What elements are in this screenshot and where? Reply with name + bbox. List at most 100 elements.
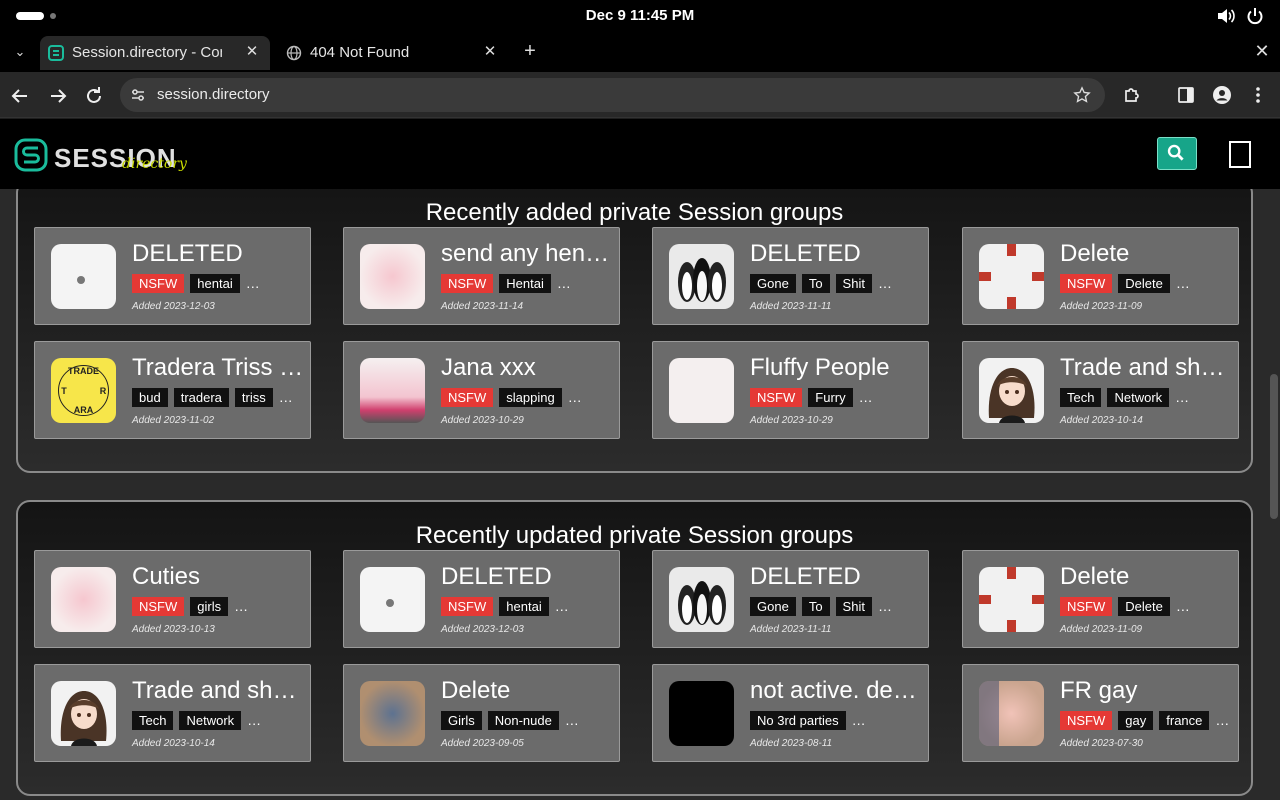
tag[interactable]: Gone: [750, 597, 796, 616]
group-card[interactable]: DELETED NSFW hentai … Added 2023-12-03: [34, 227, 311, 325]
tag[interactable]: To: [801, 274, 830, 293]
tag[interactable]: Gone: [750, 274, 796, 293]
tag[interactable]: Furry: [808, 388, 853, 407]
reload-icon[interactable]: [82, 84, 106, 108]
new-tab-button[interactable]: +: [520, 41, 540, 61]
scrollbar-thumb[interactable]: [1270, 374, 1278, 519]
nsfw-tag[interactable]: NSFW: [441, 388, 494, 407]
volume-icon[interactable]: [1216, 6, 1236, 26]
forward-arrow-icon[interactable]: [46, 84, 70, 108]
tag[interactable]: Delete: [1118, 274, 1170, 293]
session-logo-icon[interactable]: [14, 138, 48, 172]
group-thumbnail[interactable]: [51, 681, 116, 746]
tag[interactable]: triss: [234, 388, 273, 407]
tag[interactable]: gay: [1118, 711, 1154, 730]
tag[interactable]: bud: [132, 388, 168, 407]
group-title[interactable]: FR gay: [1060, 677, 1232, 705]
tag[interactable]: No 3rd parties: [750, 711, 846, 730]
group-title[interactable]: Delete: [441, 677, 613, 705]
group-card[interactable]: Trade and sh… Tech Network … Added 2023-10-1…: [34, 664, 311, 762]
nsfw-tag[interactable]: NSFW: [441, 274, 494, 293]
group-card[interactable]: DELETED NSFW hentai … Added 2023-12-03: [343, 550, 620, 648]
nsfw-tag[interactable]: NSFW: [750, 388, 803, 407]
tag[interactable]: Girls: [441, 711, 482, 730]
nsfw-tag[interactable]: NSFW: [132, 274, 185, 293]
group-title[interactable]: Trade and sh…: [1060, 354, 1232, 382]
tag[interactable]: hentai: [499, 597, 549, 616]
group-thumbnail[interactable]: [669, 358, 734, 423]
os-clock[interactable]: Dec 9 11:45 PM: [0, 7, 1280, 24]
tag[interactable]: girls: [190, 597, 229, 616]
group-thumbnail[interactable]: [51, 244, 116, 309]
group-thumbnail[interactable]: [360, 567, 425, 632]
group-card[interactable]: FR gay NSFW gay france … Added 2023-07-30: [962, 664, 1239, 762]
group-card[interactable]: Cuties NSFW girls … Added 2023-10-13: [34, 550, 311, 648]
extensions-puzzle-icon[interactable]: [1122, 85, 1142, 105]
group-title[interactable]: send any hen…: [441, 240, 613, 268]
tag[interactable]: Network: [179, 711, 242, 730]
tab-close-icon[interactable]: ✕: [244, 44, 260, 60]
group-card[interactable]: Trade and sh… Tech Network … Added 2023-10-1…: [962, 341, 1239, 439]
tag[interactable]: Network: [1107, 388, 1170, 407]
menu-toggle-button[interactable]: [1229, 141, 1251, 168]
tag[interactable]: Hentai: [499, 274, 551, 293]
kebab-menu-icon[interactable]: [1248, 85, 1268, 105]
group-title[interactable]: Jana xxx: [441, 354, 613, 382]
group-card[interactable]: TRADE ARA T R Tradera Triss … bud tradera triss…: [34, 341, 311, 439]
group-title[interactable]: Delete: [1060, 563, 1232, 591]
tag[interactable]: To: [801, 597, 830, 616]
group-title[interactable]: not active. del…: [750, 677, 922, 705]
group-card[interactable]: Delete Girls Non-nude … Added 2023-09-05: [343, 664, 620, 762]
tab-search-chevron-icon[interactable]: ⌄: [10, 42, 30, 62]
tag[interactable]: france: [1159, 711, 1210, 730]
group-thumbnail[interactable]: [360, 681, 425, 746]
group-title[interactable]: DELETED: [441, 563, 613, 591]
group-thumbnail[interactable]: [979, 244, 1044, 309]
close-window-button[interactable]: ✕: [1252, 41, 1272, 61]
tag[interactable]: hentai: [190, 274, 240, 293]
tab-404-not-found[interactable]: 404 Not Found ✕: [278, 36, 508, 70]
tab-close-icon[interactable]: ✕: [482, 44, 498, 60]
group-thumbnail[interactable]: [51, 567, 116, 632]
group-thumbnail[interactable]: [979, 358, 1044, 423]
nsfw-tag[interactable]: NSFW: [1060, 711, 1113, 730]
group-thumbnail[interactable]: [360, 358, 425, 423]
group-card[interactable]: Jana xxx NSFW slapping … Added 2023-10-29: [343, 341, 620, 439]
tag[interactable]: tradera: [173, 388, 229, 407]
group-title[interactable]: DELETED: [750, 563, 922, 591]
group-title[interactable]: Trade and sh…: [132, 677, 304, 705]
group-card[interactable]: Delete NSFW Delete … Added 2023-11-09: [962, 227, 1239, 325]
group-title[interactable]: DELETED: [132, 240, 304, 268]
nsfw-tag[interactable]: NSFW: [1060, 597, 1113, 616]
url-text[interactable]: session.directory: [157, 86, 270, 103]
group-thumbnail[interactable]: [360, 244, 425, 309]
search-button[interactable]: [1157, 137, 1197, 170]
tab-session-directory[interactable]: Session.directory - Conn ✕: [40, 36, 270, 70]
group-thumbnail[interactable]: [979, 681, 1044, 746]
group-thumbnail[interactable]: [669, 244, 734, 309]
tag[interactable]: Tech: [132, 711, 174, 730]
group-title[interactable]: Tradera Triss …: [132, 354, 304, 382]
group-card[interactable]: DELETED Gone To Shit … Added 2023-11-11: [652, 227, 929, 325]
bookmark-star-icon[interactable]: [1073, 86, 1091, 104]
nsfw-tag[interactable]: NSFW: [441, 597, 494, 616]
group-title[interactable]: Cuties: [132, 563, 304, 591]
group-thumbnail[interactable]: [669, 567, 734, 632]
group-card[interactable]: Fluffy People NSFW Furry … Added 2023-10-29: [652, 341, 929, 439]
group-title[interactable]: Delete: [1060, 240, 1232, 268]
tag[interactable]: Tech: [1060, 388, 1102, 407]
profile-icon[interactable]: [1212, 85, 1232, 105]
tag[interactable]: slapping: [499, 388, 562, 407]
side-panel-icon[interactable]: [1176, 85, 1196, 105]
power-icon[interactable]: [1245, 6, 1265, 26]
tag[interactable]: Shit: [835, 274, 872, 293]
group-thumbnail[interactable]: [669, 681, 734, 746]
back-arrow-icon[interactable]: [8, 84, 32, 108]
nsfw-tag[interactable]: NSFW: [132, 597, 185, 616]
group-title[interactable]: DELETED: [750, 240, 922, 268]
nsfw-tag[interactable]: NSFW: [1060, 274, 1113, 293]
group-card[interactable]: not active. del… No 3rd parties … Added 202…: [652, 664, 929, 762]
address-bar[interactable]: session.directory: [120, 78, 1105, 112]
tag[interactable]: Delete: [1118, 597, 1170, 616]
page-scrollbar[interactable]: [1268, 189, 1280, 800]
